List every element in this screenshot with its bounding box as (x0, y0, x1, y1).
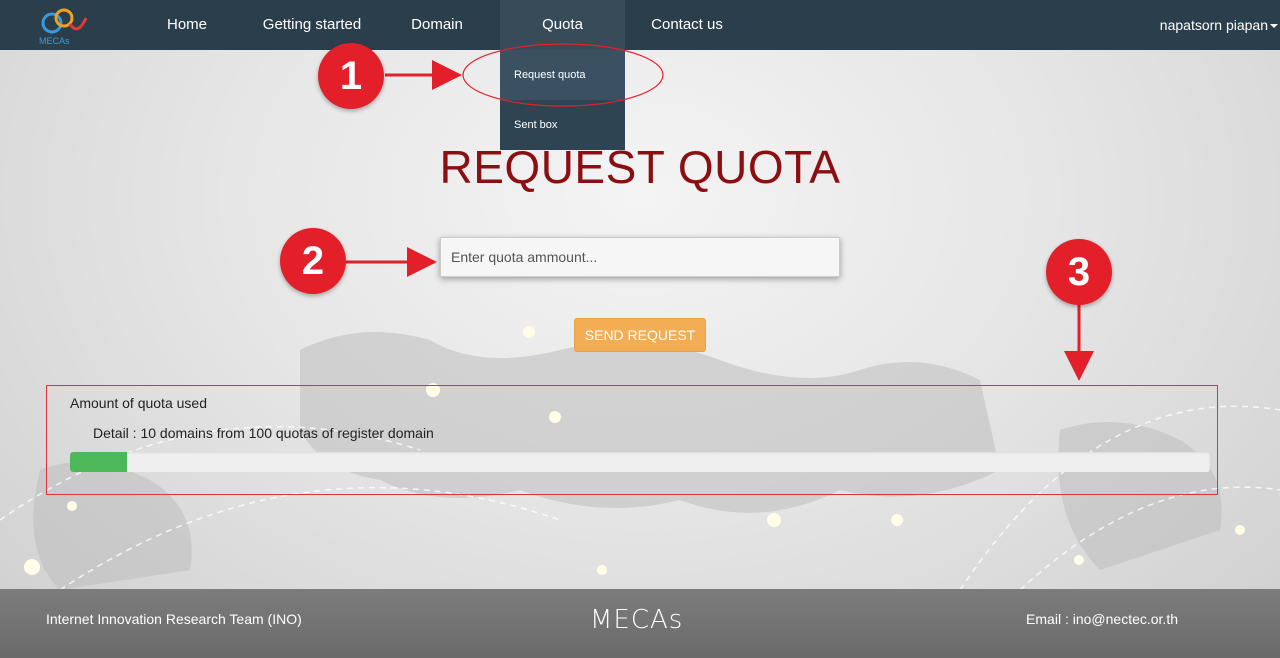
quota-usage-heading: Amount of quota used (70, 395, 207, 411)
logo-text: MECAs (39, 36, 70, 46)
nav-home[interactable]: Home (151, 0, 223, 50)
annotation-badge-3: 3 (1046, 239, 1112, 305)
quota-usage-detail: Detail : 10 domains from 100 quotas of r… (93, 425, 434, 441)
nav-domain[interactable]: Domain (400, 0, 474, 50)
quota-amount-input[interactable] (440, 237, 840, 277)
menu-item-request-quota[interactable]: Request quota (500, 50, 625, 100)
footer-logo: MECAs (590, 605, 684, 635)
annotation-badge-2: 2 (280, 228, 346, 294)
quota-usage-panel: Amount of quota used Detail : 10 domains… (46, 385, 1218, 495)
quota-progress-fill (70, 452, 127, 472)
top-navbar: MECAs Home Getting started Domain Quota … (0, 0, 1280, 50)
caret-down-icon (1270, 24, 1278, 29)
nav-contact-us[interactable]: Contact us (640, 0, 734, 50)
user-menu[interactable]: napatsorn piapan (1160, 0, 1280, 50)
mecas-logo[interactable]: MECAs (36, 6, 92, 46)
footer-team: Internet Innovation Research Team (INO) (46, 611, 302, 627)
send-request-button[interactable]: SEND REQUEST (574, 318, 706, 352)
page-title: REQUEST QUOTA (439, 141, 841, 193)
footer-email[interactable]: Email : ino@nectec.or.th (1026, 611, 1178, 627)
footer: Internet Innovation Research Team (INO) … (0, 589, 1280, 658)
quota-progress-bar (70, 452, 1210, 472)
quota-dropdown-menu: Request quota Sent box (500, 50, 625, 150)
user-name: napatsorn piapan (1159, 17, 1268, 33)
annotation-badge-1: 1 (318, 43, 384, 109)
nav-quota[interactable]: Quota (500, 0, 625, 50)
